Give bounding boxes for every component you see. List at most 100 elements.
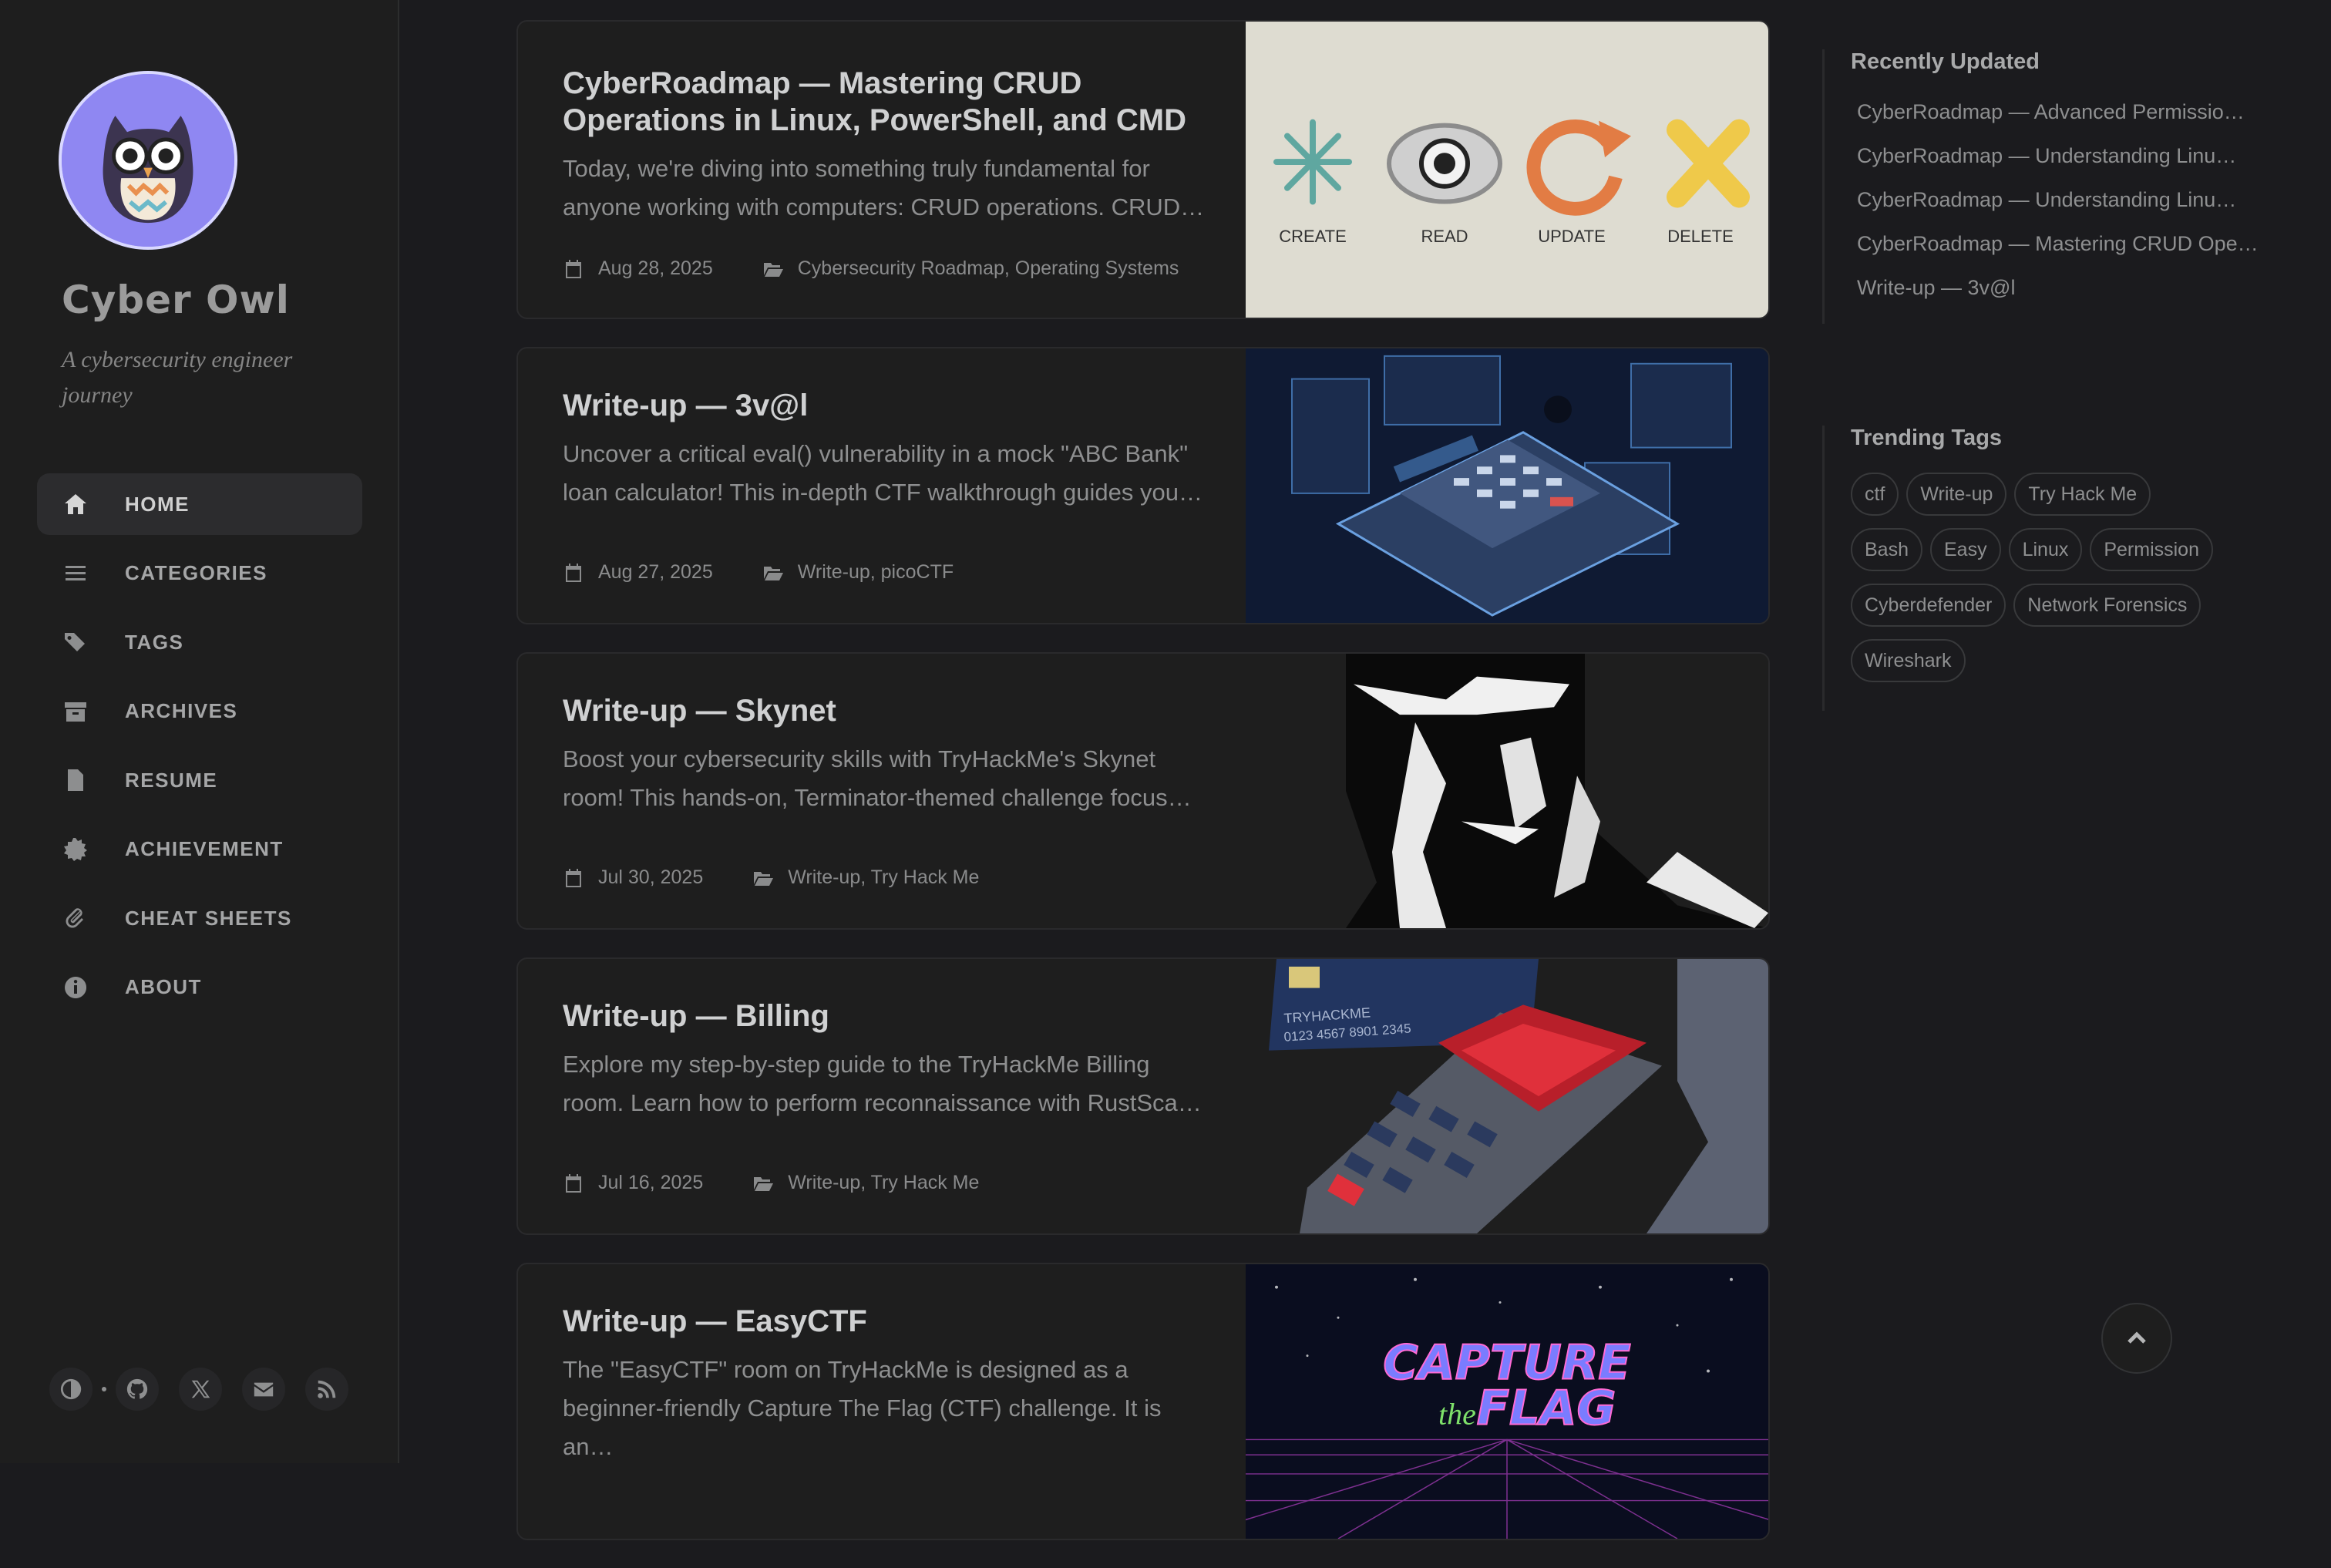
image-label: UPDATE <box>1538 227 1606 246</box>
post-card-body: CyberRoadmap — Mastering CRUD Operations… <box>563 65 1210 227</box>
site-subtitle: A cybersecurity engineer journey <box>62 347 293 408</box>
sidebar: Cyber Owl A cybersecurity engineer journ… <box>0 0 399 1463</box>
calendar-icon <box>563 1173 584 1194</box>
tag-chip[interactable]: Network Forensics <box>2013 584 2202 627</box>
post-title[interactable]: CyberRoadmap — Mastering CRUD Operations… <box>563 65 1210 139</box>
post-card[interactable]: Write-up — 3v@l Uncover a critical eval(… <box>516 347 1770 624</box>
recent-post-link[interactable]: CyberRoadmap — Advanced Permissio… <box>1851 90 2259 134</box>
post-card-body: Write-up — Billing Explore my step-by-st… <box>563 998 1210 1122</box>
post-card[interactable]: Write-up — Billing Explore my step-by-st… <box>516 957 1770 1235</box>
certificate-icon <box>62 836 89 863</box>
post-card[interactable]: Write-up — EasyCTF The "EasyCTF" room on… <box>516 1263 1770 1540</box>
image-label: READ <box>1421 227 1468 246</box>
tag-chip[interactable]: Permission <box>2090 528 2213 571</box>
nav-label: CATEGORIES <box>125 561 267 584</box>
tags-icon <box>62 628 89 656</box>
back-to-top-button[interactable] <box>2101 1303 2172 1374</box>
folder-open-icon <box>752 1173 774 1194</box>
post-categories[interactable]: Cybersecurity Roadmap, Operating Systems <box>798 257 1179 280</box>
x-twitter-button[interactable] <box>179 1368 222 1411</box>
stream-icon <box>62 560 89 587</box>
post-categories[interactable]: Write-up, picoCTF <box>798 561 954 584</box>
email-button[interactable] <box>242 1368 285 1411</box>
rss-button[interactable] <box>305 1368 348 1411</box>
theme-toggle-icon <box>60 1378 82 1400</box>
email-icon <box>254 1382 274 1397</box>
recently-updated-title: Recently Updated <box>1851 49 2040 74</box>
calendar-icon <box>563 867 584 889</box>
theme-toggle-button[interactable] <box>49 1368 92 1411</box>
post-categories[interactable]: Write-up, Try Hack Me <box>788 1172 979 1194</box>
nav-label: ABOUT <box>125 975 202 998</box>
tag-chip[interactable]: Cyberdefender <box>1851 584 2006 627</box>
chevron-up-icon <box>2128 1331 2146 1344</box>
post-meta: Aug 28, 2025 Cybersecurity Roadmap, Oper… <box>563 257 1179 280</box>
post-card[interactable]: Write-up — Skynet Boost your cybersecuri… <box>516 652 1770 930</box>
post-excerpt: Today, we're diving into something truly… <box>563 155 1205 220</box>
nav-label: ACHIEVEMENT <box>125 837 284 860</box>
rss-icon <box>318 1380 336 1398</box>
trending-tags-panel: Trending Tags ctf Write-up Try Hack Me B… <box>1822 426 2236 711</box>
nav-item-home[interactable]: HOME <box>37 473 362 535</box>
post-excerpt: The "EasyCTF" room on TryHackMe is desig… <box>563 1356 1162 1460</box>
nav-item-resume[interactable]: RESUME <box>37 749 362 811</box>
post-excerpt: Explore my step-by-step guide to the Try… <box>563 1051 1202 1116</box>
post-date: Jul 30, 2025 <box>598 866 704 888</box>
nav-item-achievement[interactable]: ACHIEVEMENT <box>37 819 362 880</box>
trending-tags-title: Trending Tags <box>1851 426 2003 450</box>
nav-label: TAGS <box>125 630 184 654</box>
post-card-body: Write-up — 3v@l Uncover a critical eval(… <box>563 387 1210 512</box>
post-title[interactable]: Write-up — Billing <box>563 998 1210 1035</box>
image-label: CREATE <box>1279 227 1347 246</box>
sidebar-nav: HOME CATEGORIES TAGS ARCHIVES RESUME ACH… <box>37 473 362 1025</box>
post-list: CyberRoadmap — Mastering CRUD Operations… <box>516 20 1770 1568</box>
sidebar-bottom <box>49 1368 368 1411</box>
info-icon <box>62 974 89 1001</box>
post-categories[interactable]: Write-up, Try Hack Me <box>788 866 979 889</box>
nav-item-cheat-sheets[interactable]: CHEAT SHEETS <box>37 887 362 949</box>
nav-item-tags[interactable]: TAGS <box>37 611 362 673</box>
tag-chip[interactable]: Wireshark <box>1851 639 1966 682</box>
github-icon <box>126 1378 148 1399</box>
archive-icon <box>62 698 89 725</box>
file-icon <box>62 766 89 794</box>
nav-item-about[interactable]: ABOUT <box>37 957 362 1018</box>
tag-chip[interactable]: Bash <box>1851 528 1922 571</box>
tag-chip[interactable]: ctf <box>1851 473 1899 516</box>
post-excerpt: Boost your cybersecurity skills with Try… <box>563 745 1192 811</box>
recent-post-link[interactable]: CyberRoadmap — Mastering CRUD Ope… <box>1851 222 2259 266</box>
post-excerpt: Uncover a critical eval() vulnerability … <box>563 440 1202 506</box>
avatar[interactable] <box>59 71 237 250</box>
recent-post-link[interactable]: CyberRoadmap — Understanding Linu… <box>1851 178 2259 222</box>
recent-post-link[interactable]: Write-up — 3v@l <box>1851 266 2259 310</box>
paperclip-icon <box>62 904 89 932</box>
github-button[interactable] <box>116 1368 159 1411</box>
divider-dot <box>102 1387 106 1391</box>
post-title[interactable]: Write-up — EasyCTF <box>563 1303 1210 1340</box>
post-date: Jul 16, 2025 <box>598 1172 704 1193</box>
calendar-icon <box>563 562 584 584</box>
post-meta: Jul 16, 2025 Write-up, Try Hack Me <box>563 1172 979 1194</box>
recent-post-link[interactable]: CyberRoadmap — Understanding Linu… <box>1851 134 2259 178</box>
nav-item-categories[interactable]: CATEGORIES <box>37 543 362 604</box>
post-meta: Aug 27, 2025 Write-up, picoCTF <box>563 561 954 584</box>
tag-chip[interactable]: Try Hack Me <box>2014 473 2151 516</box>
tag-chip[interactable]: Linux <box>2008 528 2083 571</box>
post-title[interactable]: Write-up — Skynet <box>563 692 1210 729</box>
nav-item-archives[interactable]: ARCHIVES <box>37 681 362 742</box>
flag-text: FLAG <box>1477 1381 1616 1436</box>
tag-chip[interactable]: Write-up <box>1906 473 2007 516</box>
post-card[interactable]: CyberRoadmap — Mastering CRUD Operations… <box>516 20 1770 319</box>
tag-chip[interactable]: Easy <box>1929 528 2001 571</box>
post-title[interactable]: Write-up — 3v@l <box>563 387 1210 424</box>
image-label: DELETE <box>1667 227 1734 246</box>
recently-updated-panel: Recently Updated CyberRoadmap — Advanced… <box>1822 49 2259 324</box>
nav-label: RESUME <box>125 768 218 792</box>
site-title[interactable]: Cyber Owl <box>62 278 290 322</box>
post-preview-image: CAPTURE the FLAG <box>1246 1264 1768 1539</box>
post-date: Aug 27, 2025 <box>598 561 713 583</box>
nav-label: ARCHIVES <box>125 699 238 722</box>
post-date: Aug 28, 2025 <box>598 257 713 279</box>
post-card-body: Write-up — Skynet Boost your cybersecuri… <box>563 692 1210 817</box>
folder-open-icon <box>762 562 784 584</box>
